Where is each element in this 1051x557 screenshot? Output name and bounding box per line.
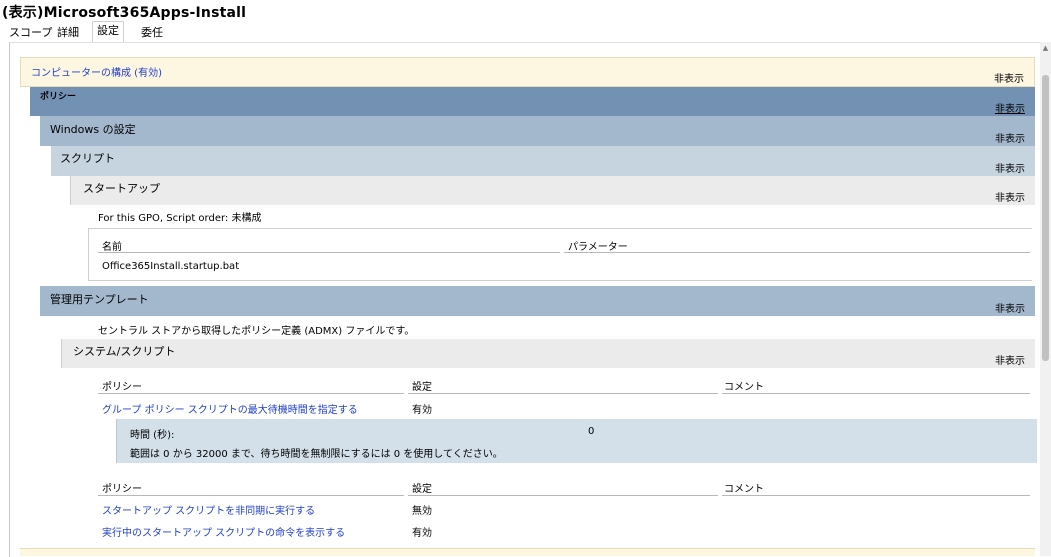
hide-link-system-scripts[interactable]: 非表示 [995, 352, 1025, 367]
policies-header[interactable]: ポリシー 非表示 [30, 87, 1035, 116]
policy-setting-max-wait: 有効 [412, 405, 432, 416]
header-underline-comment [722, 393, 1030, 394]
tab-delegation[interactable]: 委任 [136, 23, 168, 41]
hide-link-admin-templates[interactable]: 非表示 [995, 300, 1025, 315]
admin-templates-title: 管理用テンプレート [50, 293, 149, 306]
table-bottom-divider [88, 280, 1032, 281]
policy-link-async-startup[interactable]: スタートアップ スクリプトを非同期に実行する [102, 502, 315, 517]
tab-scope[interactable]: スコープ [4, 23, 57, 41]
script-order-text: For this GPO, Script order: 未構成 [98, 213, 262, 224]
scripts-title: スクリプト [60, 152, 115, 165]
scroll-up-icon[interactable]: ▲ [1042, 44, 1049, 52]
user-config-header-partial[interactable] [20, 548, 1035, 556]
column-header-policy: ポリシー [102, 382, 142, 393]
column-header-policy-2: ポリシー [102, 484, 142, 495]
system-scripts-header[interactable]: システム/スクリプト 非表示 [61, 339, 1035, 368]
window-title: (表示)Microsoft365Apps-Install [2, 5, 247, 21]
tab-bar: スコープ 詳細 設定 委任 [0, 21, 1051, 42]
tab-settings[interactable]: 設定 [92, 21, 124, 42]
column-header-comment-2: コメント [724, 484, 764, 495]
hide-link-startup[interactable]: 非表示 [995, 189, 1025, 204]
detail-range-note: 範囲は 0 から 32000 まで、待ち時間を無制限にするには 0 を使用してく… [130, 449, 503, 460]
tab-details[interactable]: 詳細 [52, 23, 84, 41]
hide-link-computer-config[interactable]: 非表示 [994, 70, 1024, 85]
scripts-header[interactable]: スクリプト 非表示 [51, 146, 1035, 176]
table-top-divider [88, 228, 1032, 229]
admx-note: セントラル ストアから取得したポリシー定義 (ADMX) ファイルです。 [98, 326, 415, 337]
column-header-setting: 設定 [412, 382, 432, 393]
header-underline-setting-2 [408, 495, 718, 496]
column-header-comment: コメント [724, 382, 764, 393]
header-underline-policy-2 [98, 495, 404, 496]
header-underline-policy [98, 393, 404, 394]
table-row-script-name: Office365Install.startup.bat [102, 261, 240, 272]
header-underline-name [98, 252, 560, 253]
policy-setting-async-startup: 無効 [412, 506, 432, 517]
policy-link-max-wait[interactable]: グループ ポリシー スクリプトの最大待機時間を指定する [102, 401, 358, 416]
windows-settings-header[interactable]: Windows の設定 非表示 [40, 116, 1035, 146]
policy-link-show-startup-instructions[interactable]: 実行中のスタートアップ スクリプトの命令を表示する [102, 524, 345, 539]
scroll-thumb[interactable] [1042, 75, 1049, 361]
header-underline-setting [408, 393, 718, 394]
hide-link-policies[interactable]: 非表示 [995, 100, 1025, 115]
detail-label-time: 時間 (秒): [130, 430, 175, 441]
column-header-params: パラメーター [568, 242, 628, 253]
system-scripts-title: システム/スクリプト [73, 345, 176, 358]
startup-header[interactable]: スタートアップ 非表示 [70, 176, 1035, 205]
policy-detail-box: 時間 (秒): 0 範囲は 0 から 32000 まで、待ち時間を無制限にするに… [116, 419, 1037, 463]
detail-value-time: 0 [588, 426, 595, 437]
policies-title: ポリシー [40, 92, 77, 102]
computer-config-header[interactable]: コンピューターの構成 (有効) 非表示 [20, 57, 1035, 87]
policy-setting-show-startup-instructions: 有効 [412, 528, 432, 539]
header-underline-params [564, 252, 1030, 253]
column-header-setting-2: 設定 [412, 484, 432, 495]
startup-title: スタートアップ [83, 182, 160, 195]
column-header-name: 名前 [102, 242, 122, 253]
windows-settings-title: Windows の設定 [50, 123, 136, 136]
hide-link-scripts[interactable]: 非表示 [995, 160, 1025, 175]
table-left-divider [88, 228, 89, 281]
header-underline-comment-2 [722, 495, 1030, 496]
admin-templates-header[interactable]: 管理用テンプレート 非表示 [40, 286, 1035, 316]
hide-link-windows-settings[interactable]: 非表示 [995, 130, 1025, 145]
computer-config-title[interactable]: コンピューターの構成 (有効) [31, 64, 162, 79]
